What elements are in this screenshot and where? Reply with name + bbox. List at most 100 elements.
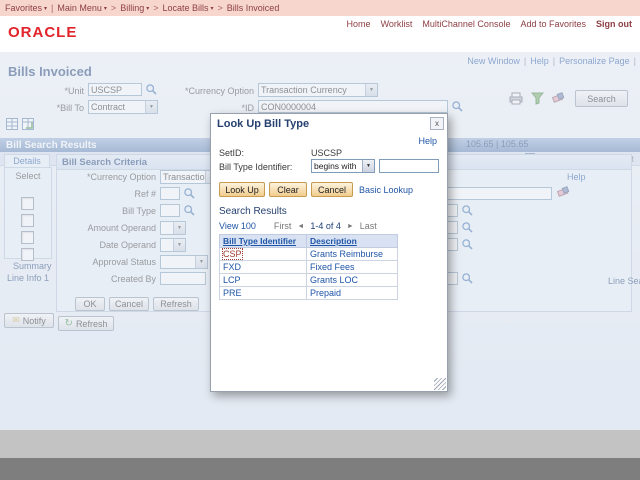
breadcrumb-billing[interactable]: Billing ▾: [120, 3, 149, 13]
criteria-bill-type-input[interactable]: [160, 204, 180, 217]
bill-type-link-csp[interactable]: CSP: [223, 249, 242, 259]
dialog-help-link[interactable]: Help: [418, 136, 437, 146]
refresh-criteria-button[interactable]: Refresh: [153, 297, 199, 311]
criteria-created-by-label: Created By: [58, 274, 156, 284]
separator: >: [111, 3, 116, 13]
pager-next-icon[interactable]: ►: [347, 223, 354, 230]
export-grid-icon[interactable]: [22, 117, 34, 135]
chevron-down-icon: ▾: [146, 5, 149, 12]
tab-line-info-1[interactable]: Line Info 1: [7, 273, 49, 283]
bill-type-link-lcp[interactable]: LCP: [223, 275, 241, 285]
row-select-checkbox[interactable]: [21, 231, 34, 244]
separator: |: [524, 56, 526, 66]
criteria-ref-input[interactable]: [160, 187, 180, 200]
table-row: PRE Prepaid: [220, 287, 398, 300]
nav-home[interactable]: Home: [347, 19, 371, 29]
row-select-checkbox[interactable]: [21, 214, 34, 227]
bill-type-link-pre[interactable]: PRE: [223, 288, 242, 298]
results-totals: 105.65 | 105.65: [466, 139, 528, 149]
tab-details[interactable]: Details: [4, 154, 50, 167]
print-icon[interactable]: [509, 92, 523, 110]
nav-add-to-favorites[interactable]: Add to Favorites: [520, 19, 586, 29]
criteria-bill-type-label: Bill Type: [58, 206, 156, 216]
description-link[interactable]: Grants LOC: [310, 275, 358, 285]
look-up-button[interactable]: Look Up: [219, 182, 265, 197]
nav-multichannel-console[interactable]: MultiChannel Console: [422, 19, 510, 29]
description-link[interactable]: Prepaid: [310, 288, 341, 298]
breadcrumb-favorites[interactable]: Favorites ▾: [5, 3, 47, 13]
sign-out-link[interactable]: Sign out: [596, 19, 632, 29]
row-select-checkbox[interactable]: [21, 197, 34, 210]
dialog-cancel-button[interactable]: Cancel: [311, 182, 353, 197]
breadcrumb-locate-bills[interactable]: Locate Bills ▾: [162, 3, 213, 13]
column-header-bill-type-identifier[interactable]: Bill Type Identifier: [220, 235, 307, 248]
nav-worklist[interactable]: Worklist: [381, 19, 413, 29]
dialog-resize-grip[interactable]: [434, 378, 446, 390]
notify-button[interactable]: ✉ Notify: [4, 313, 54, 328]
cancel-button[interactable]: Cancel: [109, 297, 149, 311]
description-link[interactable]: Fixed Fees: [310, 262, 355, 272]
table-row: FXD Fixed Fees: [220, 261, 398, 274]
operator-select[interactable]: begins with ▼: [311, 159, 375, 173]
dropdown-arrow-icon: ▼: [173, 222, 185, 234]
currency-option-label: *Currency Option: [148, 86, 254, 96]
close-icon[interactable]: x: [430, 117, 444, 130]
currency-option-select[interactable]: Transaction Currency ▼: [258, 83, 378, 97]
row-select-checkbox[interactable]: [21, 248, 34, 261]
criteria-amount-operand-select[interactable]: ▼: [160, 221, 186, 235]
bill-type-lookup-icon[interactable]: [183, 204, 196, 217]
personalize-page-link[interactable]: Personalize Page: [559, 56, 630, 66]
bill-type-link-fxd[interactable]: FXD: [223, 262, 241, 272]
table-row: LCP Grants LOC: [220, 274, 398, 287]
pager-first[interactable]: First: [274, 221, 292, 231]
help-link[interactable]: Help: [530, 56, 549, 66]
select-column-header: Select: [5, 168, 51, 181]
breadcrumb-main-menu[interactable]: Main Menu ▾: [57, 3, 107, 13]
breadcrumb-label: Favorites: [5, 3, 42, 13]
chevron-down-icon: ▾: [44, 5, 47, 12]
bill-type-identifier-label: Bill Type Identifier:: [219, 162, 292, 172]
pager-prev-icon[interactable]: ◄: [297, 223, 304, 230]
refresh-page-button[interactable]: ↻ Refresh: [58, 316, 114, 331]
tab-line-search[interactable]: Line Search: [608, 276, 640, 286]
criteria-date-operand-select[interactable]: ▼: [160, 238, 186, 252]
basic-lookup-link[interactable]: Basic Lookup: [359, 185, 413, 195]
download-grid-icon[interactable]: [6, 117, 18, 135]
criteria-date-operand-label: Date Operand: [58, 240, 156, 250]
clear-eraser-icon[interactable]: [556, 186, 570, 204]
page-action-links: New Window | Help | Personalize Page |: [467, 56, 636, 66]
amount-lookup-icon[interactable]: [461, 221, 474, 234]
pager-last[interactable]: Last: [360, 221, 377, 231]
column-header-description[interactable]: Description: [307, 235, 398, 248]
breadcrumb-label: Bills Invoiced: [227, 3, 280, 13]
breadcrumb-bills-invoiced[interactable]: Bills Invoiced: [227, 3, 280, 13]
id-input[interactable]: CON0000004: [258, 100, 448, 113]
dropdown-arrow-icon: ▼: [362, 160, 374, 172]
search-results-title: Search Results: [219, 206, 287, 217]
criteria-approval-status-select[interactable]: ▼: [160, 255, 208, 269]
ref-lookup-icon[interactable]: [183, 187, 196, 200]
search-button[interactable]: Search: [575, 90, 628, 107]
ok-button[interactable]: OK: [75, 297, 105, 311]
identifier-search-input[interactable]: [379, 159, 439, 173]
dialog-title: Look Up Bill Type: [217, 118, 309, 130]
criteria-currency-label: *Currency Option: [58, 172, 156, 182]
setid-value: USCSP: [311, 148, 342, 158]
separator: |: [634, 56, 636, 66]
bill-type-value-lookup-icon[interactable]: [461, 204, 474, 217]
criteria-created-by-input[interactable]: [160, 272, 206, 285]
new-window-link[interactable]: New Window: [467, 56, 520, 66]
criteria-help-link[interactable]: Help: [567, 172, 586, 182]
view-100-link[interactable]: View 100: [219, 221, 256, 231]
unit-input[interactable]: USCSP: [88, 83, 142, 96]
created-by-lookup-icon[interactable]: [461, 272, 474, 285]
clear-button[interactable]: Clear: [269, 182, 307, 197]
filter-funnel-icon[interactable]: [531, 92, 544, 110]
dropdown-arrow-icon: ▼: [365, 84, 377, 96]
eraser-icon[interactable]: [551, 92, 565, 110]
description-link[interactable]: Grants Reimburse: [310, 249, 383, 259]
tab-summary[interactable]: Summary: [13, 261, 52, 271]
refresh-icon: ↻: [65, 318, 73, 329]
id-lookup-icon[interactable]: [451, 100, 464, 113]
date-lookup-icon[interactable]: [461, 238, 474, 251]
